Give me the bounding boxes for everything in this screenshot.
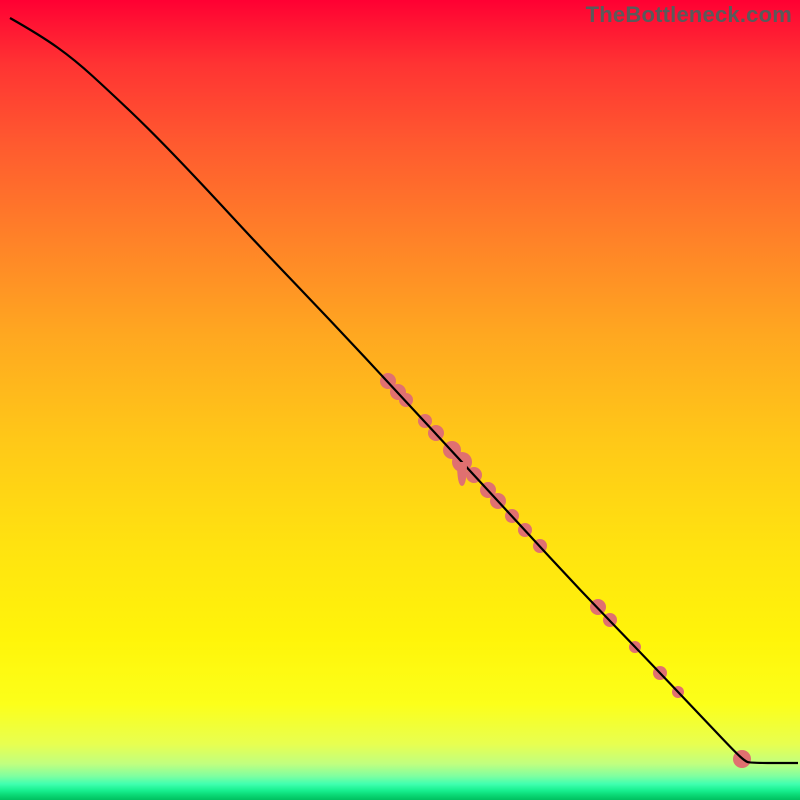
chart-svg — [0, 0, 800, 800]
point-drip-shape — [457, 462, 467, 486]
chart-container: TheBottleneck.com — [0, 0, 800, 800]
